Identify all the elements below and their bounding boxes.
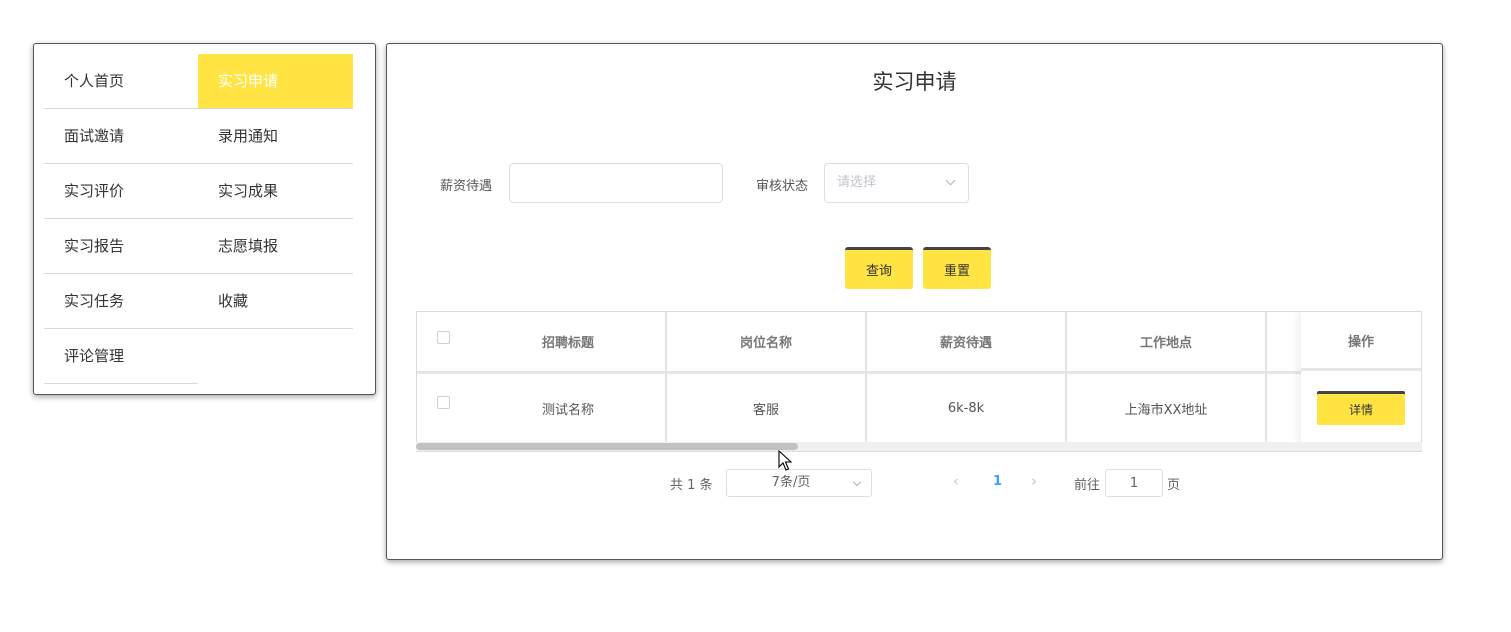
- menu-item-preference-filling[interactable]: 志愿填报: [198, 219, 353, 274]
- menu-item-internship-tasks[interactable]: 实习任务: [44, 274, 198, 329]
- column-header: 操作: [1301, 312, 1421, 371]
- scrollbar-thumb[interactable]: [416, 443, 798, 450]
- table-row: 测试名称 客服 6k-8k 上海市XX地址: [417, 374, 1421, 442]
- action-cell: 详情: [1301, 374, 1421, 442]
- pagination-total: 共 1 条: [670, 478, 713, 493]
- page-suffix: 页: [1167, 478, 1181, 493]
- query-button[interactable]: 查询: [845, 247, 913, 289]
- status-select-placeholder: 请选择: [837, 175, 877, 190]
- menu-item-internship-evaluation[interactable]: 实习评价: [44, 164, 198, 219]
- chevron-down-icon: [852, 477, 862, 487]
- row-checkbox-cell: [417, 374, 471, 442]
- menu-item-home[interactable]: 个人首页: [44, 54, 198, 109]
- main-panel: 实习申请 薪资待遇 审核状态 请选择 查询 重置 招聘标题 岗位名称 薪资待遇 …: [386, 43, 1443, 560]
- reset-button[interactable]: 重置: [923, 247, 991, 289]
- next-page-icon[interactable]: ›: [1031, 472, 1037, 490]
- status-select[interactable]: 请选择: [824, 163, 969, 203]
- horizontal-scrollbar[interactable]: [416, 442, 1422, 451]
- sidebar-menu: 个人首页 实习申请 面试邀请 录用通知 实习评价 实习成果 实习报告 志愿填报 …: [33, 43, 376, 395]
- table-cell-title: 测试名称: [471, 374, 667, 442]
- menu-empty-slot: [198, 329, 353, 384]
- prev-page-icon[interactable]: ‹: [953, 472, 959, 490]
- chevron-down-icon: [945, 175, 956, 186]
- menu-item-favorites[interactable]: 收藏: [198, 274, 353, 329]
- mouse-cursor-icon: [778, 450, 792, 471]
- goto-label: 前往: [1074, 478, 1101, 493]
- select-all-checkbox[interactable]: [437, 331, 450, 344]
- fixed-action-column: 操作 详情: [1301, 312, 1421, 442]
- row-checkbox[interactable]: [437, 396, 450, 409]
- column-header: 招聘标题: [471, 312, 667, 371]
- menu-item-interview-invitation[interactable]: 面试邀请: [44, 109, 198, 164]
- page-size-select[interactable]: 7条/页: [726, 469, 872, 497]
- goto-page-input[interactable]: [1105, 469, 1163, 497]
- menu-item-comment-management[interactable]: 评论管理: [44, 329, 198, 384]
- menu-item-internship-results[interactable]: 实习成果: [198, 164, 353, 219]
- page-title: 实习申请: [872, 70, 957, 94]
- table-cell-location: 上海市XX地址: [1067, 374, 1267, 442]
- results-table: 招聘标题 岗位名称 薪资待遇 工作地点 测试名称 客服 6k-8k 上海市XX地…: [416, 311, 1422, 452]
- table-cell-position: 客服: [667, 374, 867, 442]
- detail-button[interactable]: 详情: [1317, 391, 1405, 425]
- menu-grid: 个人首页 实习申请 面试邀请 录用通知 实习评价 实习成果 实习报告 志愿填报 …: [44, 54, 353, 384]
- salary-label: 薪资待遇: [440, 179, 493, 194]
- menu-item-internship-report[interactable]: 实习报告: [44, 219, 198, 274]
- column-header: 薪资待遇: [867, 312, 1067, 371]
- page-number[interactable]: 1: [993, 474, 1002, 489]
- menu-item-offer-notice[interactable]: 录用通知: [198, 109, 353, 164]
- table-cell-salary: 6k-8k: [867, 374, 1067, 442]
- salary-input[interactable]: [509, 163, 723, 203]
- page-size-value: 7条/页: [771, 475, 811, 490]
- table-header-row: 招聘标题 岗位名称 薪资待遇 工作地点: [417, 312, 1421, 371]
- menu-item-internship-application[interactable]: 实习申请: [198, 54, 353, 109]
- status-label: 审核状态: [756, 179, 809, 194]
- column-header: 工作地点: [1067, 312, 1267, 371]
- header-checkbox-cell: [417, 312, 471, 371]
- column-header: 岗位名称: [667, 312, 867, 371]
